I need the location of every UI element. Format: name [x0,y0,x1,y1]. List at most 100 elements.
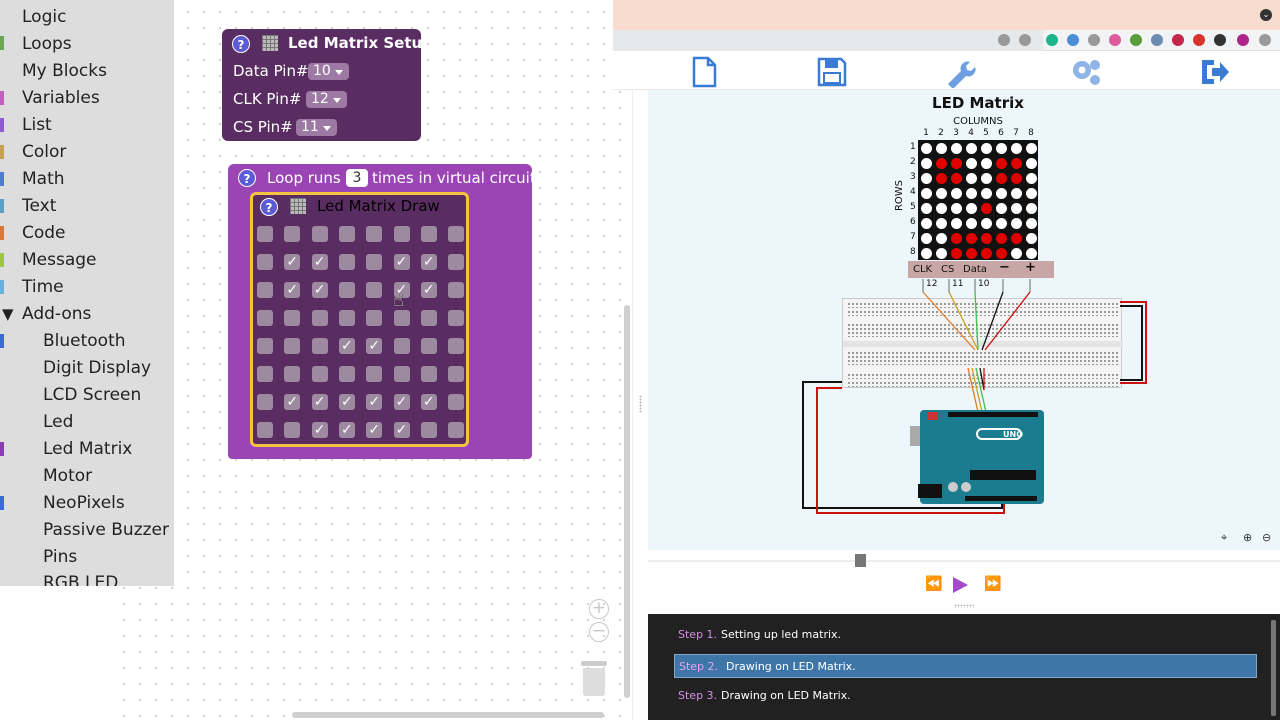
matrix-checkbox[interactable] [257,338,273,354]
matrix-checkbox[interactable] [338,226,355,242]
toolbox-item-rgb-led[interactable]: RGB LED [43,573,118,586]
help-icon[interactable]: ? [232,35,250,53]
matrix-checkbox[interactable]: ✓ [366,422,383,438]
matrix-checkbox[interactable]: ✓ [338,394,355,410]
toolbox-item-list[interactable]: List [22,115,52,135]
zoom-out-icon[interactable]: − [589,622,609,642]
matrix-checkbox[interactable] [420,226,437,242]
toolbox-item-add-ons[interactable]: ▼ Add-ons [2,304,91,324]
matrix-checkbox[interactable] [311,338,328,354]
help-icon[interactable]: ? [260,198,278,216]
matrix-checkbox[interactable]: ✓ [311,422,328,438]
led-matrix-setup-block[interactable]: ? Led Matrix Setup Data Pin# 10 CLK Pin#… [222,29,433,141]
matrix-checkbox[interactable]: ✓ [284,282,301,298]
matrix-checkbox[interactable] [338,310,355,326]
window-menu-icon[interactable]: ⌄ [1260,9,1272,21]
matrix-checkbox[interactable] [393,366,410,382]
resize-grip-icon[interactable] [954,604,974,608]
matrix-checkbox[interactable] [448,394,465,410]
matrix-checkbox[interactable] [284,338,301,354]
toolbox-item-message[interactable]: Message [22,250,97,270]
toolbox-item-loops[interactable]: Loops [22,34,72,54]
toolbox-item-motor[interactable]: Motor [43,466,92,486]
extension-icon[interactable] [1046,34,1058,46]
exit-icon[interactable] [1198,56,1230,88]
matrix-checkbox[interactable]: ✓ [420,254,437,270]
matrix-checkbox[interactable] [284,310,301,326]
matrix-checkbox[interactable] [448,310,465,326]
loop-count-input[interactable]: 3 [346,169,368,187]
matrix-checkbox[interactable] [338,282,355,298]
toolbox-item-time[interactable]: Time [22,277,64,297]
settings-gears-icon[interactable] [1070,56,1102,88]
matrix-checkbox[interactable]: ✓ [420,282,437,298]
matrix-checkbox[interactable]: ✓ [393,394,410,410]
matrix-checkbox[interactable] [257,310,273,326]
workspace-vertical-scrollbar[interactable] [624,305,630,698]
steps-scrollbar[interactable] [1271,620,1276,716]
matrix-checkbox[interactable] [448,226,465,242]
toolbox-item-logic[interactable]: Logic [22,7,66,27]
play-icon[interactable] [953,577,968,593]
matrix-checkbox[interactable] [420,310,437,326]
step-item[interactable]: Step 3. Drawing on LED Matrix. [674,684,1257,708]
puzzle-icon[interactable] [1214,34,1226,46]
matrix-checkbox[interactable] [448,254,465,270]
toolbox-item-pins[interactable]: Pins [43,547,77,567]
toolbox-item-passive-buzzer[interactable]: Passive Buzzer [43,520,169,540]
fast-forward-icon[interactable]: ⏩ [984,576,1001,592]
toolbox-item-code[interactable]: Code [22,223,66,243]
matrix-checkbox[interactable]: ✓ [393,254,410,270]
help-icon[interactable]: ? [238,169,256,187]
matrix-checkbox[interactable] [257,394,273,410]
data-pin-dropdown[interactable]: 10 [308,63,349,80]
zoom-in-icon[interactable]: ⊕ [1243,531,1252,544]
matrix-checkbox[interactable]: ✓ [311,282,328,298]
matrix-checkbox[interactable] [448,366,465,382]
matrix-checkbox[interactable] [311,226,328,242]
new-file-icon[interactable] [688,56,720,88]
step-item[interactable]: Step 1. Setting up led matrix. [674,623,1257,647]
bookmark-star-icon[interactable] [1019,34,1031,46]
toolbox-item-my-blocks[interactable]: My Blocks [22,61,107,81]
toolbox-item-color[interactable]: Color [22,142,66,162]
matrix-checkbox[interactable] [366,226,383,242]
matrix-checkbox[interactable] [338,254,355,270]
timeline-scrubber[interactable] [855,554,866,567]
matrix-checkbox[interactable] [284,422,301,438]
matrix-checkbox[interactable]: ✓ [284,254,301,270]
profile-avatar[interactable] [1237,34,1249,46]
led-matrix-draw-block[interactable]: ? Led Matrix Draw ✓ ✓ ✓ ✓ ✓ ✓ ✓ ✓ ✓ ✓ ✓ ✓ ✓ ✓ ✓ ✓ ✓ ✓ ✓ ✓ [250,192,469,447]
matrix-checkbox[interactable] [257,366,273,382]
matrix-checkbox[interactable] [257,422,273,438]
toolbox-item-led-matrix[interactable]: Led Matrix [43,439,132,459]
matrix-checkbox[interactable] [366,366,383,382]
matrix-checkbox[interactable]: ✓ [393,422,410,438]
matrix-checkbox[interactable]: ✓ [366,394,383,410]
matrix-checkbox[interactable]: ✓ [420,394,437,410]
matrix-checkbox[interactable] [366,282,383,298]
matrix-checkbox[interactable] [366,254,383,270]
save-icon[interactable] [816,56,848,88]
trash-icon[interactable] [581,661,607,697]
matrix-checkbox[interactable] [393,310,410,326]
matrix-checkbox[interactable]: ✓ [338,338,355,354]
matrix-checkbox[interactable]: ✓ [311,254,328,270]
extension-icon[interactable] [1151,34,1163,46]
matrix-checkbox[interactable] [284,226,301,242]
toolbox-item-text[interactable]: Text [22,196,56,216]
toolbox-item-math[interactable]: Math [22,169,65,189]
matrix-checkbox[interactable] [284,366,301,382]
extension-icon[interactable] [1109,34,1121,46]
extension-icon[interactable] [1172,34,1184,46]
matrix-checkbox[interactable] [420,366,437,382]
open-external-icon[interactable] [998,34,1010,46]
zoom-out-icon[interactable]: ⊖ [1262,531,1271,544]
cs-pin-dropdown[interactable]: 11 [296,119,337,136]
clk-pin-dropdown[interactable]: 12 [306,91,347,108]
toolbox-item-lcd-screen[interactable]: LCD Screen [43,385,141,405]
step-item-active[interactable]: Step 2. Drawing on LED Matrix. [674,654,1257,678]
matrix-checkbox[interactable] [338,366,355,382]
toolbox-item-neopixels[interactable]: NeoPixels [43,493,125,513]
zoom-in-icon[interactable]: + [589,599,609,619]
